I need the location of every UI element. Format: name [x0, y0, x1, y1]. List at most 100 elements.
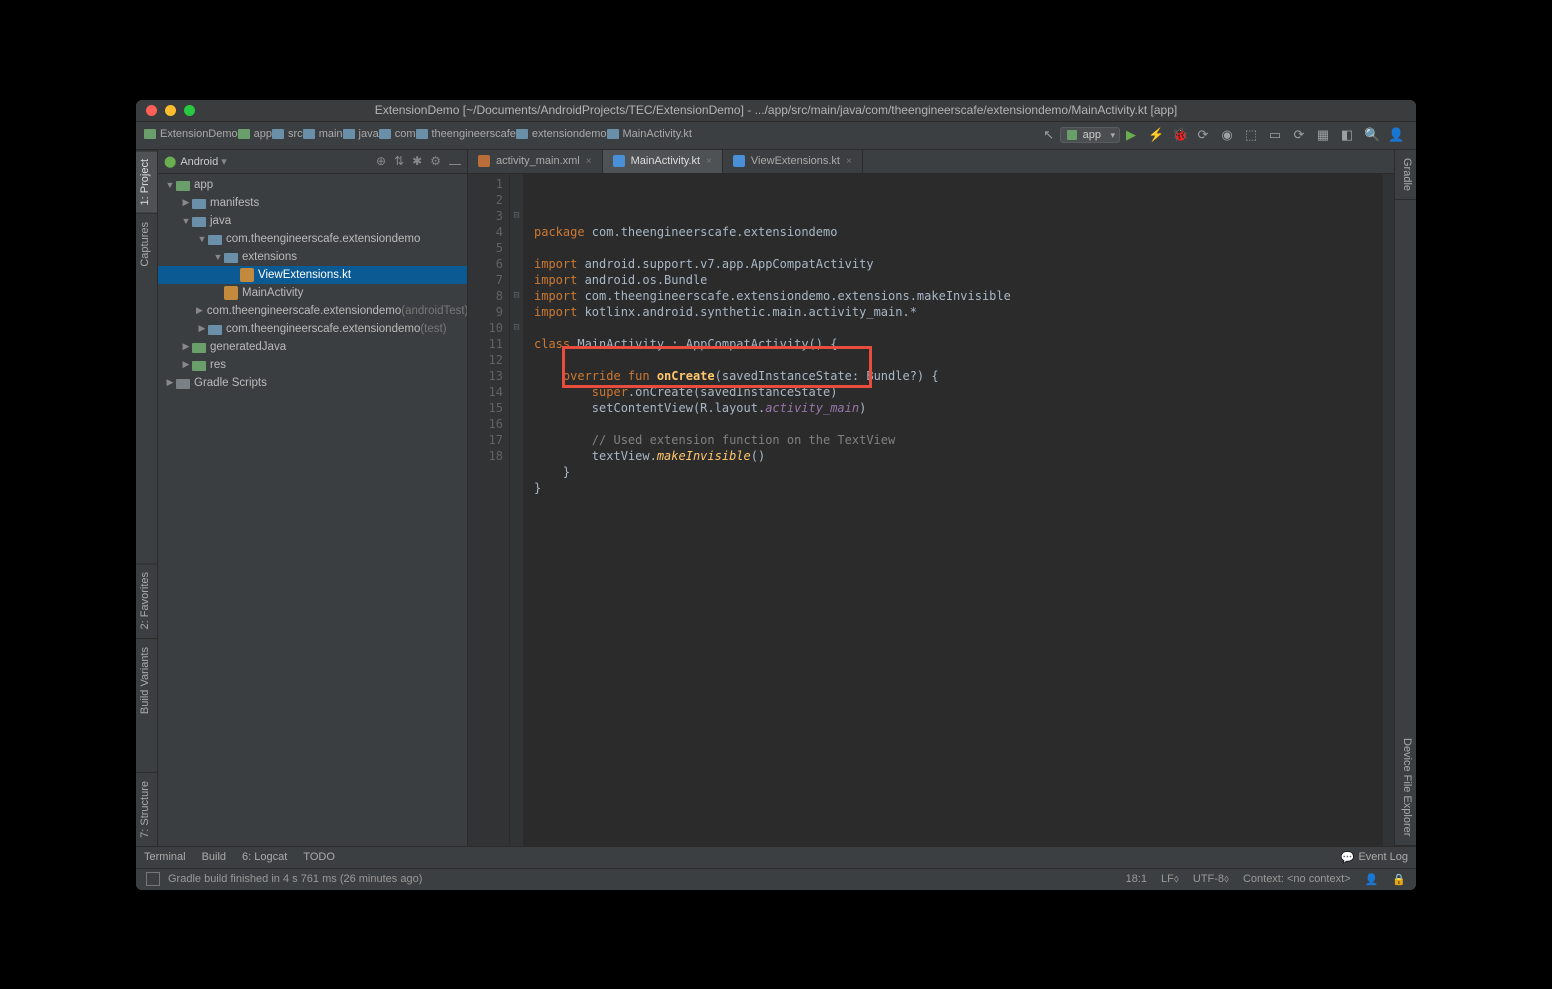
toolbar-icon[interactable]: 🐞 [1172, 128, 1186, 142]
close-tab-icon[interactable]: × [706, 156, 712, 167]
folder-icon [224, 253, 238, 263]
status-bar: Gradle build finished in 4 s 761 ms (26 … [136, 868, 1416, 890]
left-tab[interactable]: 7: Structure [136, 772, 157, 846]
android-icon: ⬤ [164, 155, 176, 168]
project-panel: ⬤ Android ⊕ ⇅ ✱ ⚙ ⎼ ▼app▶manifests▼java▼com.… [158, 150, 468, 846]
right-tool-strip: Gradle Device File Explorer [1394, 150, 1416, 846]
tree-row[interactable]: ▼app [158, 176, 467, 194]
breadcrumb-item[interactable]: com [379, 128, 416, 140]
breadcrumb-item[interactable]: theengineerscafe [416, 128, 516, 140]
tree-twisty-icon[interactable]: ▶ [196, 305, 203, 316]
toolbar-icon[interactable]: ▭ [1268, 128, 1282, 142]
minimize-icon[interactable] [165, 105, 176, 116]
toolbar-icon[interactable]: ⚡ [1148, 128, 1162, 142]
folder-icon [144, 129, 156, 139]
left-tab[interactable]: Captures [136, 213, 157, 275]
toolbar-icon[interactable]: ▶ [1124, 128, 1138, 142]
tree-row[interactable]: ▼extensions [158, 248, 467, 266]
toolbar-icon[interactable]: ◉ [1220, 128, 1234, 142]
zoom-icon[interactable] [184, 105, 195, 116]
tree-twisty-icon[interactable]: ▼ [212, 252, 224, 262]
caret-position[interactable]: 18:1 [1126, 873, 1147, 885]
folder-icon [192, 343, 206, 353]
tree-twisty-icon[interactable]: ▼ [164, 180, 176, 190]
panel-head-icon[interactable]: ⊕ [376, 154, 386, 169]
code-content[interactable]: package com.theengineerscafe.extensionde… [524, 174, 1382, 846]
breadcrumb-item[interactable]: src [272, 128, 303, 140]
breadcrumb-item[interactable]: ExtensionDemo [144, 128, 238, 140]
breadcrumb[interactable]: ExtensionDemoappsrcmainjavacomtheenginee… [144, 128, 692, 142]
bottom-tab[interactable]: Terminal [144, 851, 186, 863]
panel-head-icon[interactable]: ⇅ [394, 154, 404, 169]
event-log-button[interactable]: 💬 Event Log [1341, 851, 1408, 864]
editor-tab[interactable]: MainActivity.kt× [603, 150, 723, 173]
tree-row[interactable]: ▶com.theengineerscafe.extensiondemo (tes… [158, 320, 467, 338]
left-tool-strip: 1: ProjectCaptures 2: FavoritesBuild Vari… [136, 150, 158, 846]
window-title: ExtensionDemo [~/Documents/AndroidProjec… [136, 103, 1416, 117]
breadcrumb-item[interactable]: MainActivity.kt [607, 128, 692, 140]
tree-twisty-icon[interactable]: ▶ [180, 341, 192, 352]
left-tab[interactable]: Build Variants [136, 638, 157, 722]
tree-row[interactable]: ▶manifests [158, 194, 467, 212]
editor-tab[interactable]: activity_main.xml× [468, 150, 603, 173]
toolbar-icon[interactable]: ◧ [1340, 128, 1354, 142]
right-tab[interactable]: Gradle [1395, 150, 1416, 200]
toolbar-icon[interactable]: ⟳ [1292, 128, 1306, 142]
toolbar-icon[interactable]: ⟳ [1196, 128, 1210, 142]
bottom-toolbar: Terminal Build 6: Logcat TODO 💬 Event Log [136, 846, 1416, 868]
breadcrumb-item[interactable]: main [303, 128, 343, 140]
tree-row[interactable]: ▶Gradle Scripts [158, 374, 467, 392]
toolbar-icon[interactable]: ▦ [1316, 128, 1330, 142]
folder-icon [176, 181, 190, 191]
tree-row[interactable]: ▼java [158, 212, 467, 230]
status-icon[interactable] [146, 872, 160, 886]
breadcrumb-item[interactable]: extensiondemo [516, 128, 607, 140]
tree-twisty-icon[interactable]: ▶ [180, 359, 192, 370]
tree-twisty-icon[interactable]: ▶ [180, 197, 192, 208]
tree-row[interactable]: MainActivity [158, 284, 467, 302]
inspection-icon[interactable]: 👤 [1365, 873, 1379, 886]
close-icon[interactable] [146, 105, 157, 116]
tree-row[interactable]: ▶generatedJava [158, 338, 467, 356]
close-tab-icon[interactable]: × [586, 156, 592, 167]
tree-twisty-icon[interactable]: ▶ [164, 377, 176, 388]
line-ending[interactable]: LF⬨ [1161, 873, 1179, 886]
panel-head-icon[interactable]: ⚙ [430, 154, 441, 169]
bottom-tab[interactable]: Build [202, 851, 226, 863]
sync-icon[interactable]: ↖ [1042, 128, 1056, 142]
close-tab-icon[interactable]: × [846, 156, 852, 167]
editor-viewport[interactable]: 123456789101112131415161718 ⊟⊟⊟ package … [468, 174, 1394, 846]
folder-icon [208, 235, 222, 245]
breadcrumb-item[interactable]: java [343, 128, 379, 140]
folder-icon [192, 361, 206, 371]
tree-row[interactable]: ▶com.theengineerscafe.extensiondemo (and… [158, 302, 467, 320]
project-view-selector[interactable]: Android [180, 155, 227, 168]
tree-twisty-icon[interactable]: ▼ [180, 216, 192, 226]
run-config-select[interactable]: app [1060, 127, 1120, 143]
tree-row[interactable]: ▶res [158, 356, 467, 374]
lock-icon[interactable]: 🔒 [1392, 873, 1406, 886]
bottom-tab[interactable]: TODO [303, 851, 335, 863]
fold-gutter[interactable]: ⊟⊟⊟ [510, 174, 524, 846]
overview-ruler[interactable] [1382, 174, 1394, 846]
tree-twisty-icon[interactable]: ▶ [196, 323, 208, 334]
tree-row[interactable]: ▼com.theengineerscafe.extensiondemo [158, 230, 467, 248]
panel-head-icon[interactable]: ⎼ [449, 154, 461, 169]
toolbar-icon[interactable]: 🔍 [1364, 128, 1378, 142]
left-tab[interactable]: 1: Project [136, 150, 157, 213]
context-indicator[interactable]: Context: <no context> [1243, 873, 1351, 885]
bottom-tab[interactable]: 6: Logcat [242, 851, 287, 863]
panel-head-icon[interactable]: ✱ [412, 154, 422, 169]
editor-tab[interactable]: ViewExtensions.kt× [723, 150, 863, 173]
left-tab[interactable]: 2: Favorites [136, 563, 157, 637]
tree-twisty-icon[interactable]: ▼ [196, 234, 208, 244]
right-tab[interactable]: Device File Explorer [1395, 730, 1416, 845]
project-panel-header[interactable]: ⬤ Android ⊕ ⇅ ✱ ⚙ ⎼ [158, 150, 467, 174]
toolbar-icon[interactable]: 👤 [1388, 128, 1402, 142]
file-encoding[interactable]: UTF-8⬨ [1193, 873, 1229, 886]
breadcrumb-item[interactable]: app [238, 128, 272, 140]
bottom-tabs: Terminal Build 6: Logcat TODO [144, 851, 335, 863]
toolbar-icon[interactable]: ⬚ [1244, 128, 1258, 142]
tree-row[interactable]: ViewExtensions.kt [158, 266, 467, 284]
project-tree[interactable]: ▼app▶manifests▼java▼com.theengineerscafe… [158, 174, 467, 846]
